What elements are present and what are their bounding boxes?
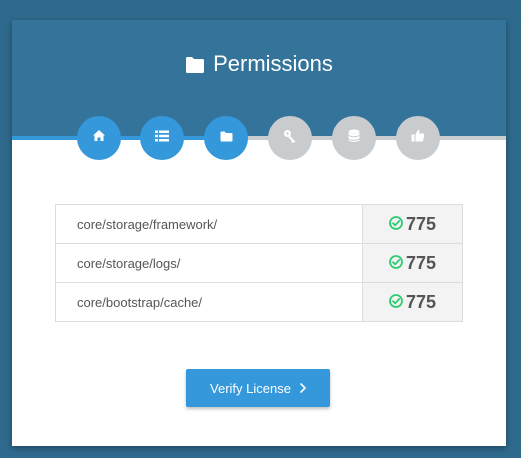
check-circle-icon [389, 292, 403, 313]
list-icon [155, 129, 169, 147]
page-title-text: Permissions [213, 51, 333, 76]
permission-value-cell: 775 [362, 244, 462, 282]
table-row: core/storage/logs/ 775 [56, 244, 462, 283]
check-circle-icon [389, 214, 403, 235]
wizard-steps [12, 116, 506, 160]
folder-icon [185, 53, 205, 81]
home-icon [92, 129, 106, 147]
permission-path: core/bootstrap/cache/ [56, 283, 362, 321]
installer-card: Permissions core/storage/framework/ 775 … [12, 20, 506, 446]
database-icon [348, 129, 360, 148]
step-finish[interactable] [396, 116, 440, 160]
verify-license-label: Verify License [210, 380, 291, 396]
permission-path: core/storage/logs/ [56, 244, 362, 282]
permission-value-cell: 775 [362, 283, 462, 321]
thumbs-up-icon [411, 129, 425, 147]
key-icon [283, 129, 297, 148]
step-database[interactable] [332, 116, 376, 160]
page-title: Permissions [12, 50, 506, 81]
permission-value: 775 [405, 252, 437, 273]
verify-license-button[interactable]: Verify License [186, 369, 330, 407]
chevron-right-icon [300, 381, 306, 396]
permission-value: 775 [405, 213, 437, 234]
step-home[interactable] [77, 116, 121, 160]
step-permissions[interactable] [204, 116, 248, 160]
step-license[interactable] [268, 116, 312, 160]
step-requirements[interactable] [140, 116, 184, 160]
folder-icon [220, 129, 233, 147]
table-row: core/storage/framework/ 775 [56, 205, 462, 244]
check-circle-icon [389, 253, 403, 274]
permission-value-cell: 775 [362, 205, 462, 243]
permission-value: 775 [405, 291, 437, 312]
permission-path: core/storage/framework/ [56, 205, 362, 243]
permissions-table: core/storage/framework/ 775 core/storage… [55, 204, 463, 322]
table-row: core/bootstrap/cache/ 775 [56, 283, 462, 321]
